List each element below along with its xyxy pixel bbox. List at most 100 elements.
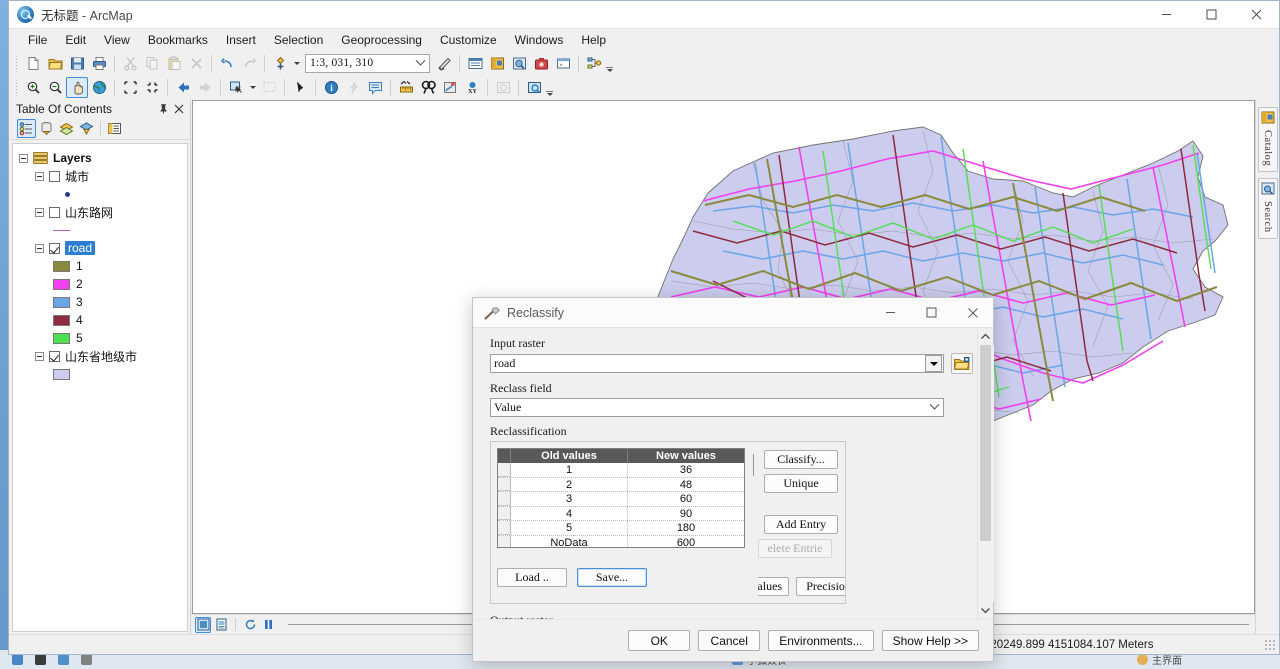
row-selector[interactable] bbox=[498, 477, 511, 491]
layer-visibility-checkbox[interactable] bbox=[49, 242, 60, 254]
menu-bookmarks[interactable]: Bookmarks bbox=[139, 30, 217, 50]
editor-toolbar-icon[interactable] bbox=[433, 53, 455, 74]
environments-button[interactable]: Environments... bbox=[768, 630, 874, 651]
identify-icon[interactable]: i bbox=[320, 77, 342, 98]
menu-edit[interactable]: Edit bbox=[56, 30, 95, 50]
cell-old-value[interactable]: NoData bbox=[511, 535, 628, 547]
toolbar-grip[interactable] bbox=[15, 78, 18, 96]
redo-icon[interactable] bbox=[238, 53, 260, 74]
row-selector[interactable] bbox=[498, 492, 511, 506]
cell-old-value[interactable]: 5 bbox=[511, 521, 628, 535]
undo-icon[interactable] bbox=[216, 53, 238, 74]
reclassify-dialog[interactable]: Reclassify Input raster road Reclass fie… bbox=[472, 297, 994, 662]
select-dropdown-icon[interactable] bbox=[247, 77, 258, 98]
column-header-new-values[interactable]: New values bbox=[628, 449, 744, 463]
clear-selection-icon[interactable] bbox=[258, 77, 280, 98]
catalog-icon[interactable] bbox=[486, 53, 508, 74]
close-icon[interactable] bbox=[172, 101, 186, 116]
menu-selection[interactable]: Selection bbox=[265, 30, 332, 50]
table-row[interactable]: NoData 600 bbox=[498, 535, 744, 547]
zoom-out-icon[interactable] bbox=[44, 77, 66, 98]
scale-combo[interactable]: 1:3, 031, 310 bbox=[305, 53, 430, 73]
chevron-down-icon[interactable] bbox=[978, 602, 994, 619]
row-selector[interactable] bbox=[498, 535, 511, 547]
maximize-icon[interactable] bbox=[1189, 1, 1234, 29]
save-button[interactable]: Save... bbox=[577, 568, 647, 587]
add-data-icon[interactable] bbox=[269, 53, 291, 74]
taskbar-item[interactable] bbox=[81, 654, 92, 665]
zoom-in-icon[interactable] bbox=[22, 77, 44, 98]
sidebar-item-road[interactable]: road bbox=[13, 239, 187, 257]
delete-icon[interactable] bbox=[185, 53, 207, 74]
column-header-old-values[interactable]: Old values bbox=[511, 449, 628, 463]
cell-new-value[interactable]: 36 bbox=[628, 463, 744, 477]
resize-grip-icon[interactable] bbox=[1264, 638, 1276, 651]
close-icon[interactable] bbox=[1234, 1, 1279, 29]
table-row[interactable]: 5 180 bbox=[498, 521, 744, 536]
cell-old-value[interactable]: 4 bbox=[511, 506, 628, 520]
save-icon[interactable] bbox=[66, 53, 88, 74]
dialog-title-bar[interactable]: Reclassify bbox=[473, 298, 993, 328]
measure-icon[interactable] bbox=[395, 77, 417, 98]
cancel-button[interactable]: Cancel bbox=[698, 630, 761, 651]
cell-new-value[interactable]: 48 bbox=[628, 478, 744, 492]
expander-icon[interactable] bbox=[19, 153, 28, 163]
menu-windows[interactable]: Windows bbox=[506, 30, 573, 50]
cell-new-value[interactable]: 90 bbox=[628, 507, 744, 521]
dialog-scrollbar[interactable] bbox=[977, 328, 994, 619]
table-row[interactable]: 3 60 bbox=[498, 492, 744, 507]
classify-button[interactable]: Classify... bbox=[764, 450, 838, 469]
go-forward-icon[interactable] bbox=[194, 77, 216, 98]
chevron-down-icon[interactable] bbox=[925, 355, 942, 372]
dock-tab-search[interactable]: Search bbox=[1257, 178, 1278, 239]
menu-file[interactable]: File bbox=[19, 30, 56, 50]
maximize-icon[interactable] bbox=[911, 298, 952, 327]
paste-icon[interactable] bbox=[163, 53, 185, 74]
arctoolbox-icon[interactable] bbox=[530, 53, 552, 74]
table-row[interactable]: 1 36 bbox=[498, 463, 744, 478]
taskbar-item[interactable] bbox=[58, 654, 69, 665]
python-window-icon[interactable]: >_ bbox=[552, 53, 574, 74]
input-raster-combo[interactable]: road bbox=[490, 354, 944, 373]
refresh-icon[interactable] bbox=[242, 617, 258, 633]
add-entry-button[interactable]: Add Entry bbox=[764, 515, 838, 534]
data-view-icon[interactable] bbox=[195, 616, 211, 633]
go-back-icon[interactable] bbox=[172, 77, 194, 98]
select-features-icon[interactable] bbox=[225, 77, 247, 98]
menu-geoprocessing[interactable]: Geoprocessing bbox=[332, 30, 431, 50]
cell-new-value[interactable]: 60 bbox=[628, 492, 744, 506]
expander-icon[interactable] bbox=[35, 207, 44, 217]
expander-icon[interactable] bbox=[35, 351, 44, 361]
input-raster-browse-button[interactable] bbox=[951, 353, 973, 374]
pause-drawing-icon[interactable] bbox=[260, 617, 276, 633]
dock-tab-catalog[interactable]: Catalog bbox=[1257, 107, 1278, 173]
table-row[interactable]: 2 48 bbox=[498, 477, 744, 492]
row-selector[interactable] bbox=[498, 521, 511, 535]
chevron-down-icon[interactable] bbox=[412, 55, 429, 67]
layout-view-icon[interactable] bbox=[213, 617, 229, 633]
layer-visibility-checkbox[interactable] bbox=[49, 350, 60, 362]
layer-visibility-checkbox[interactable] bbox=[49, 206, 60, 218]
toc-tree[interactable]: Layers 城市 山东路网 road 1 2 3 4 5 山东省地级市 bbox=[12, 143, 188, 632]
minimize-icon[interactable] bbox=[870, 298, 911, 327]
find-icon[interactable] bbox=[417, 77, 439, 98]
open-icon[interactable] bbox=[44, 53, 66, 74]
cell-old-value[interactable]: 3 bbox=[511, 492, 628, 506]
add-data-dropdown-icon[interactable] bbox=[291, 53, 302, 74]
copy-icon[interactable] bbox=[141, 53, 163, 74]
find-route-icon[interactable] bbox=[439, 77, 461, 98]
reclass-table[interactable]: Old values New values 1 36 2 48 3 60 4 9… bbox=[497, 448, 745, 548]
menu-customize[interactable]: Customize bbox=[431, 30, 506, 50]
go-to-xy-icon[interactable]: XY bbox=[461, 77, 483, 98]
menu-insert[interactable]: Insert bbox=[217, 30, 265, 50]
select-elements-icon[interactable] bbox=[289, 77, 311, 98]
close-icon[interactable] bbox=[952, 298, 993, 327]
time-slider-icon[interactable] bbox=[492, 77, 514, 98]
cell-new-value[interactable]: 180 bbox=[628, 521, 744, 535]
expander-icon[interactable] bbox=[35, 171, 44, 181]
sidebar-item-shandong-diji-shi[interactable]: 山东省地级市 bbox=[13, 347, 187, 365]
model-builder-icon[interactable] bbox=[583, 53, 605, 74]
cut-icon[interactable] bbox=[119, 53, 141, 74]
cell-old-value[interactable]: 2 bbox=[511, 477, 628, 491]
row-selector[interactable] bbox=[498, 506, 511, 520]
